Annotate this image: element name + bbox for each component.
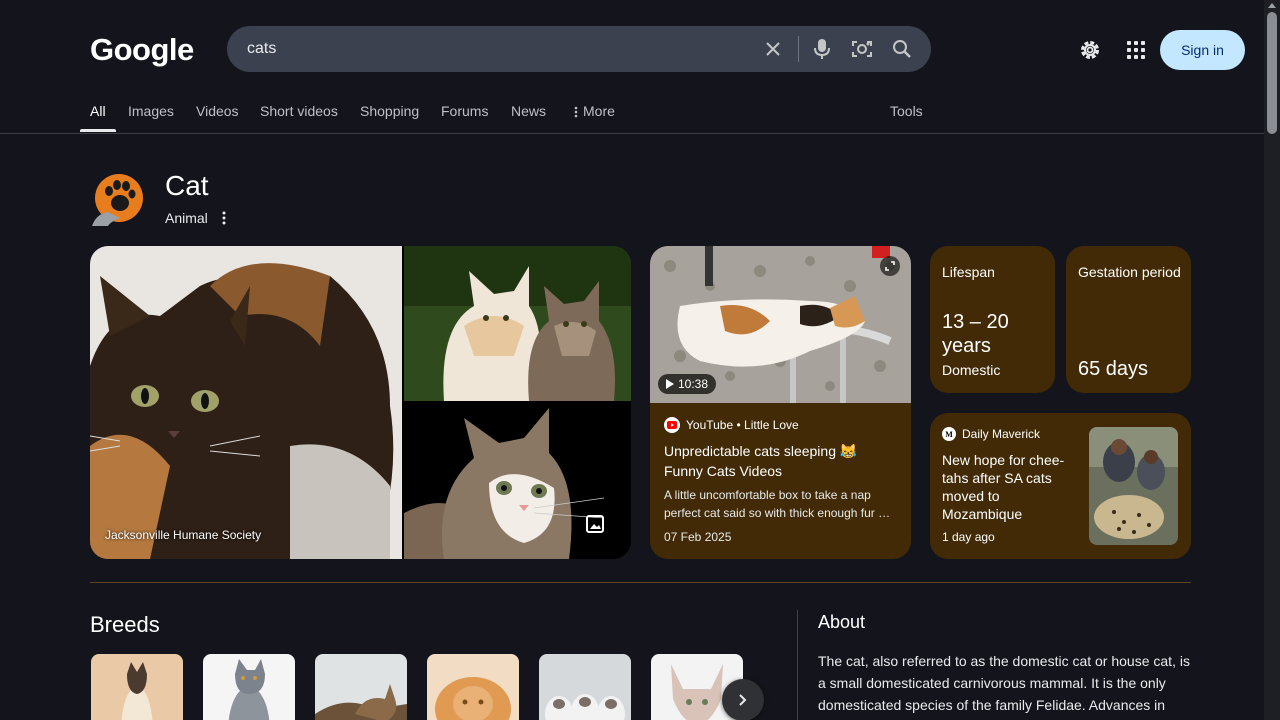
video-card[interactable]: 10:38 YouTube • Little Love Unpredictabl…: [650, 246, 911, 559]
scrollbar-thumb[interactable]: [1267, 12, 1277, 134]
breed-british-shorthair-image[interactable]: [203, 654, 295, 720]
news-source: M Daily Maverick: [942, 427, 1040, 441]
tortoiseshell-cat-image[interactable]: Jacksonville Humane Society: [90, 246, 402, 559]
tab-videos[interactable]: Videos: [196, 92, 239, 132]
video-duration-label: 10:38: [678, 377, 709, 391]
cat-paw-avatar: [90, 172, 144, 226]
google-logo[interactable]: Google: [90, 32, 194, 68]
search-divider: [798, 36, 799, 62]
video-source: YouTube • Little Love: [664, 417, 799, 433]
fact-card-lifespan[interactable]: Lifespan 13 – 20 years Domestic: [930, 246, 1055, 393]
scroll-up-arrow-icon[interactable]: [1268, 3, 1276, 8]
news-source-label: Daily Maverick: [962, 427, 1041, 441]
more-vert-icon: [574, 106, 578, 118]
section-divider: [90, 582, 1191, 583]
column-divider: [797, 610, 798, 720]
search-input[interactable]: [247, 26, 747, 72]
video-date: 07 Feb 2025: [664, 530, 732, 544]
video-source-label: YouTube • Little Love: [686, 418, 799, 432]
breeds-title: Breeds: [90, 612, 160, 637]
page-scrollbar[interactable]: [1264, 0, 1280, 720]
sign-in-button[interactable]: Sign in: [1160, 30, 1245, 70]
tab-news[interactable]: News: [511, 92, 546, 132]
fact-card-gestation[interactable]: Gestation period 65 days: [1066, 246, 1191, 393]
breed-siamese-image[interactable]: [91, 654, 183, 720]
about-title: About: [818, 612, 866, 632]
settings-gear-icon[interactable]: [1077, 37, 1103, 63]
microphone-icon[interactable]: [810, 37, 834, 61]
apps-grid-icon[interactable]: [1123, 37, 1149, 63]
video-duration: 10:38: [658, 374, 717, 394]
image-credit: Jacksonville Humane Society: [105, 528, 262, 542]
video-description: A little uncomfortable box to take a nap…: [664, 488, 891, 520]
two-cats-image[interactable]: [404, 246, 631, 401]
chevron-right-icon: [739, 694, 747, 706]
search-box[interactable]: [227, 26, 931, 72]
news-title[interactable]: New hope for chee-tahs after SA cats mov…: [942, 451, 1072, 523]
fact-label: Gestation period: [1078, 264, 1181, 280]
tab-forums[interactable]: Forums: [441, 92, 488, 132]
tab-shopping[interactable]: Shopping: [360, 92, 419, 132]
about-text: The cat, also referred to as the domesti…: [818, 653, 1190, 713]
fact-label: Lifespan: [942, 264, 995, 280]
breed-ragdoll-kittens-image[interactable]: [539, 654, 631, 720]
video-thumbnail[interactable]: 10:38: [650, 246, 911, 403]
tools-button[interactable]: Tools: [890, 92, 923, 132]
lens-icon[interactable]: [850, 37, 874, 61]
fullscreen-icon[interactable]: [880, 256, 900, 276]
tab-short-videos[interactable]: Short videos: [260, 92, 338, 132]
entity-title: Cat: [165, 170, 209, 201]
news-time: 1 day ago: [942, 530, 995, 544]
image-grid[interactable]: Jacksonville Humane Society: [90, 246, 631, 559]
tabby-white-cat-image[interactable]: [404, 403, 631, 559]
fact-value: 65 days: [1078, 358, 1149, 380]
tab-images[interactable]: Images: [128, 92, 174, 132]
breed-maine-coon-image[interactable]: [315, 654, 407, 720]
fact-value: 13 – 20 years: [942, 311, 1009, 357]
breed-persian-image[interactable]: [427, 654, 519, 720]
tab-more-label: More: [583, 103, 615, 119]
active-tab-indicator: [80, 129, 116, 132]
news-thumbnail[interactable]: [1089, 427, 1178, 545]
news-card[interactable]: M Daily Maverick New hope for chee-tahs …: [930, 413, 1191, 559]
header: Google Sign in All Images Videos: [0, 0, 1264, 134]
entity-more-icon[interactable]: [218, 209, 230, 227]
entity-subtitle: Animal: [165, 210, 208, 226]
video-title[interactable]: Unpredictable cats sleeping 😹 Funny Cats…: [664, 441, 899, 481]
clear-icon[interactable]: [761, 37, 785, 61]
search-icon[interactable]: [890, 37, 914, 61]
play-icon: [666, 379, 674, 389]
daily-maverick-logo-icon: M: [942, 427, 956, 441]
image-gallery-icon[interactable]: [585, 514, 605, 534]
breeds-next-button[interactable]: [722, 679, 764, 720]
fact-note: Domestic: [942, 362, 1001, 378]
youtube-icon: [664, 417, 680, 433]
tab-more[interactable]: More: [573, 92, 615, 132]
tab-all[interactable]: All: [90, 92, 106, 132]
